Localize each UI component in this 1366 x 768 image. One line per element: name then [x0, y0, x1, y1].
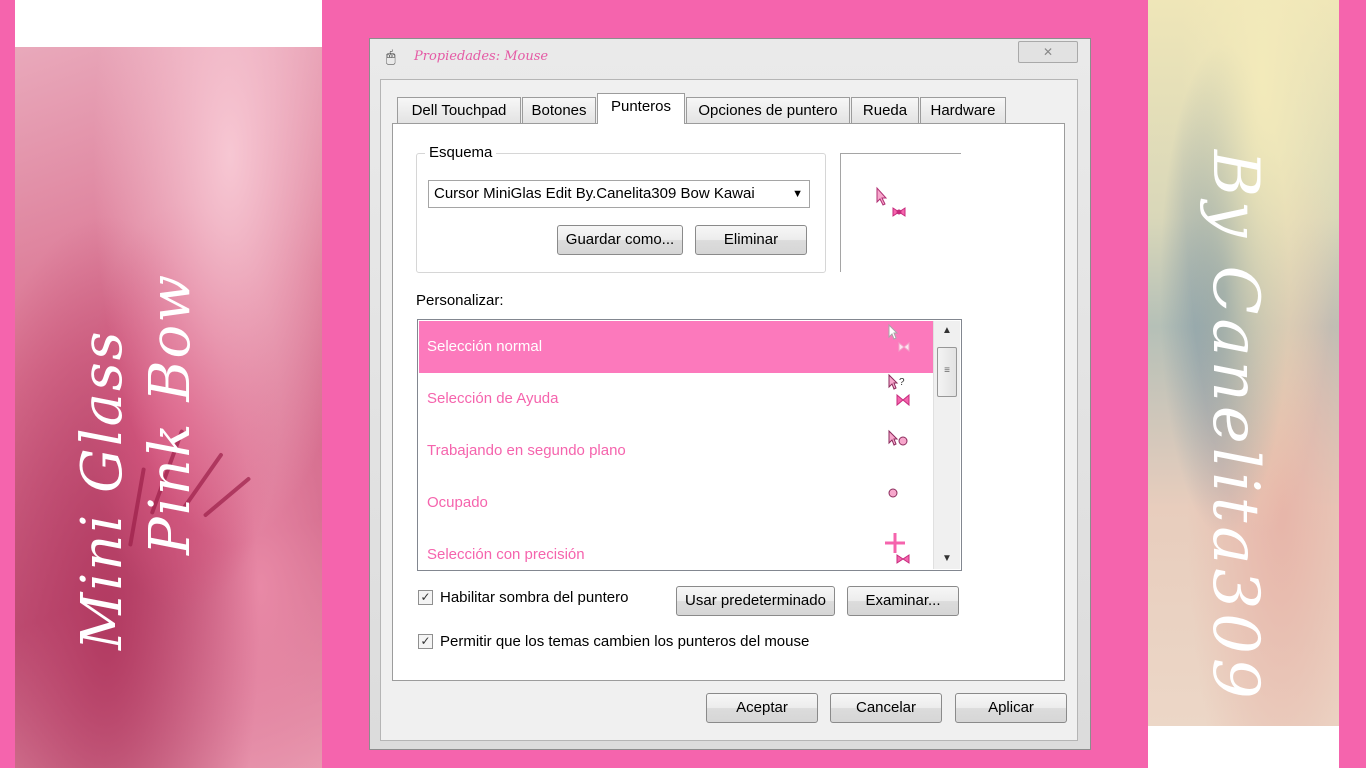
- right-white-strip: [1148, 726, 1339, 768]
- cursor-item-label: Selección de Ayuda: [427, 390, 559, 407]
- customize-label: Personalizar:: [416, 292, 504, 309]
- list-item[interactable]: Trabajando en segundo plano: [419, 425, 933, 477]
- scroll-up-icon[interactable]: ▲: [934, 321, 960, 341]
- enable-shadow-checkbox[interactable]: ✓: [418, 590, 433, 605]
- scroll-down-icon[interactable]: ▼: [934, 549, 960, 569]
- mouse-properties-window: 🖱 Propiedades: Mouse ✕ Dell Touchpad Bot…: [369, 38, 1091, 750]
- list-item[interactable]: Selección normal: [419, 321, 933, 373]
- tab-rueda[interactable]: Rueda: [851, 97, 919, 123]
- busy-dot-icon: [888, 488, 898, 498]
- scroll-thumb[interactable]: ≡: [937, 347, 957, 397]
- cursor-preview: [840, 153, 961, 272]
- cancel-button[interactable]: Cancelar: [830, 693, 942, 723]
- scheme-select-value: Cursor MiniGlas Edit By.Canelita309 Bow …: [434, 185, 755, 202]
- use-default-button[interactable]: Usar predeterminado: [676, 586, 835, 616]
- close-button[interactable]: ✕: [1018, 41, 1078, 63]
- chevron-down-icon: ▼: [792, 188, 803, 200]
- list-item[interactable]: Selección de Ayuda ?: [419, 373, 933, 425]
- crosshair-bow-icon: [885, 533, 910, 564]
- svg-text:?: ?: [899, 377, 905, 388]
- browse-button[interactable]: Examinar...: [847, 586, 959, 616]
- delete-button[interactable]: Eliminar: [695, 225, 807, 255]
- right-credit-text: By Canelita309: [1198, 150, 1272, 703]
- tab-punteros[interactable]: Punteros: [597, 93, 685, 124]
- cursor-item-label: Ocupado: [427, 494, 488, 511]
- apply-button[interactable]: Aplicar: [955, 693, 1067, 723]
- help-bow-icon: ?: [888, 373, 910, 407]
- scheme-group: [416, 153, 826, 273]
- save-as-button[interactable]: Guardar como...: [557, 225, 683, 255]
- allow-themes-checkbox[interactable]: ✓: [418, 634, 433, 649]
- cursor-item-label: Trabajando en segundo plano: [427, 442, 626, 459]
- scheme-group-label: Esquema: [425, 144, 497, 161]
- allow-themes-label: Permitir que los temas cambien los punte…: [440, 633, 810, 650]
- tab-opciones-de-puntero[interactable]: Opciones de puntero: [686, 97, 850, 123]
- cursor-list[interactable]: Selección normal Selección de Ayuda ? Tr…: [417, 319, 962, 571]
- cursor-item-label: Selección normal: [427, 338, 543, 355]
- mouse-icon: 🖱: [386, 49, 396, 66]
- ok-button[interactable]: Aceptar: [706, 693, 818, 723]
- scheme-select[interactable]: Cursor MiniGlas Edit By.Canelita309 Bow …: [428, 180, 810, 208]
- cursor-item-label: Selección con precisión: [427, 546, 585, 563]
- list-scrollbar[interactable]: ▲ ≡ ▼: [933, 321, 960, 569]
- tab-dell-touchpad[interactable]: Dell Touchpad: [397, 97, 521, 123]
- left-white-strip: [15, 0, 322, 47]
- arrow-bow-icon: [888, 323, 910, 353]
- tab-botones[interactable]: Botones: [522, 97, 596, 123]
- arrow-busy-icon: [888, 429, 908, 446]
- window-title: Propiedades: Mouse: [414, 49, 549, 64]
- list-item[interactable]: Selección con precisión: [419, 529, 933, 570]
- arrow-bow-preview-icon: [876, 186, 906, 217]
- list-item[interactable]: Ocupado: [419, 477, 933, 529]
- title-bar[interactable]: 🖱 Propiedades: Mouse ✕: [370, 39, 1090, 75]
- enable-shadow-label: Habilitar sombra del puntero: [440, 589, 629, 606]
- left-title-line2: Pink Bow: [138, 272, 203, 555]
- left-title-line1: Mini Glass: [70, 329, 135, 650]
- tab-hardware[interactable]: Hardware: [920, 97, 1006, 123]
